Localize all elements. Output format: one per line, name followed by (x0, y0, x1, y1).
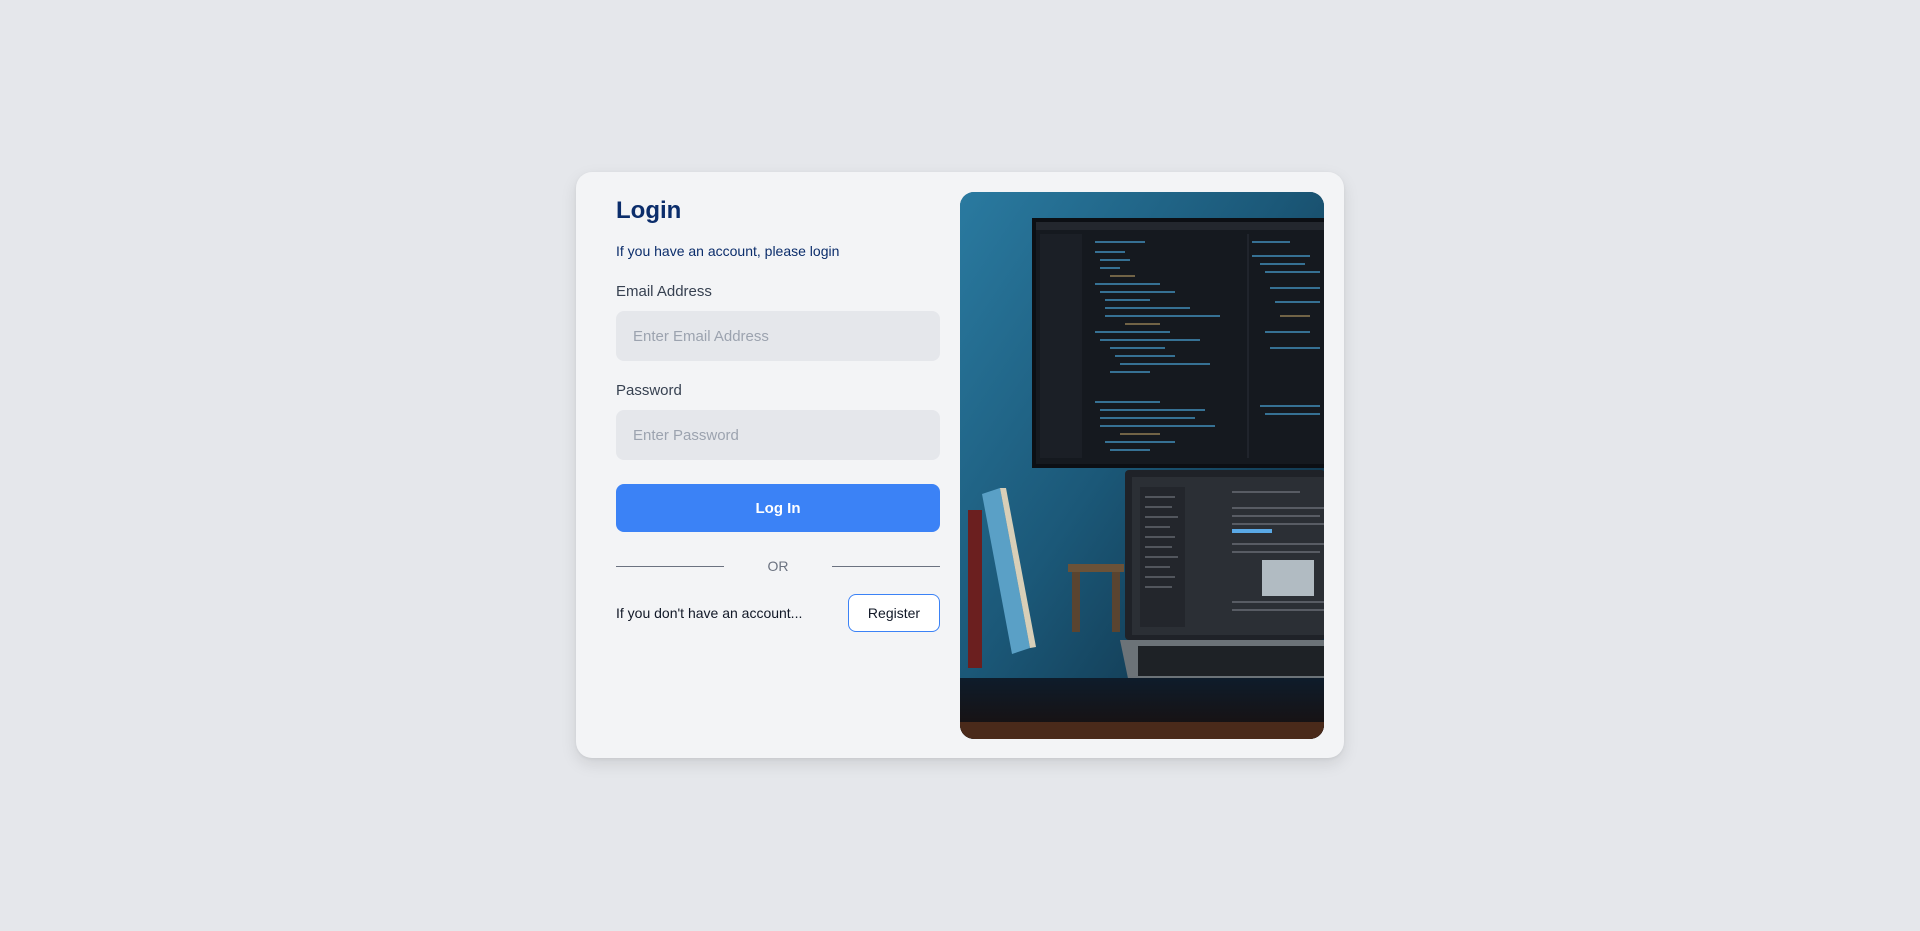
login-form: Login If you have an account, please log… (616, 196, 940, 632)
page: Login If you have an account, please log… (0, 0, 1920, 931)
hero-image (960, 192, 1324, 739)
divider-line-right (832, 565, 940, 567)
register-prompt: If you don't have an account... (616, 605, 803, 621)
login-button[interactable]: Log In (616, 484, 940, 532)
password-field[interactable] (616, 410, 940, 460)
register-button[interactable]: Register (848, 594, 940, 632)
divider-line-left (616, 565, 724, 567)
page-title: Login (616, 197, 682, 224)
divider-text: OR (767, 558, 789, 574)
email-label: Email Address (616, 283, 712, 300)
or-divider: OR (616, 558, 940, 574)
email-field[interactable] (616, 311, 940, 361)
password-label: Password (616, 382, 682, 399)
login-subtitle: If you have an account, please login (616, 243, 840, 259)
register-row: If you don't have an account... Register (616, 594, 940, 632)
login-card: Login If you have an account, please log… (576, 172, 1344, 758)
